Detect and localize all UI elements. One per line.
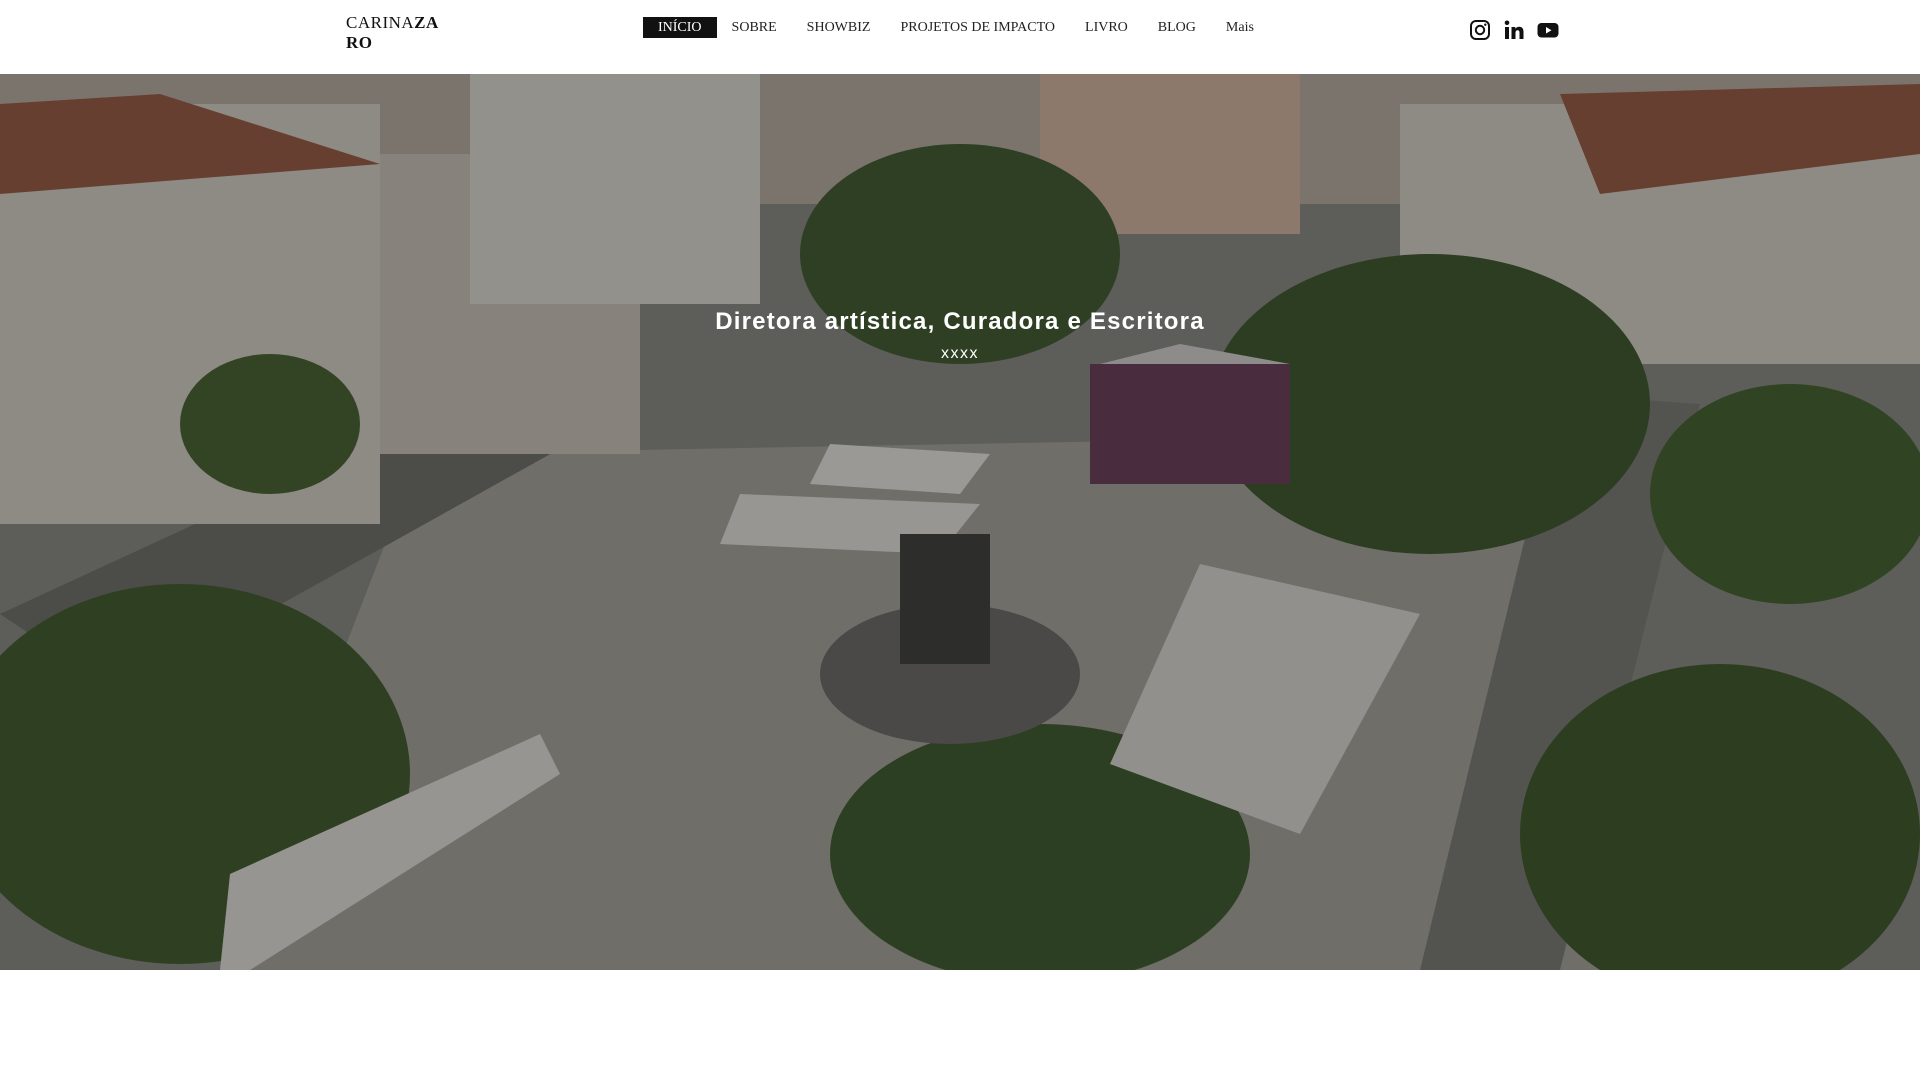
nav-item-livro[interactable]: LIVRO [1070,17,1143,38]
linkedin-icon[interactable] [1502,18,1526,42]
youtube-icon[interactable] [1536,18,1560,42]
nav-item-inicio[interactable]: INÍCIO [643,17,717,38]
logo-line-2: RO [346,33,373,52]
site-header: CARINAZA RO INÍCIO SOBRE SHOWBIZ PROJETO… [0,0,1920,74]
site-logo[interactable]: CARINAZA RO [346,13,456,53]
nav-item-blog[interactable]: BLOG [1143,17,1211,38]
main-nav: INÍCIO SOBRE SHOWBIZ PROJETOS DE IMPACTO… [643,17,1269,38]
logo-line-1: CARINAZA [346,13,439,32]
nav-item-sobre[interactable]: SOBRE [717,17,792,38]
hero-subtitle: xxxx [941,345,979,362]
nav-item-mais[interactable]: Mais [1211,17,1269,38]
below-hero-area [0,970,1920,1080]
nav-item-projetos-de-impacto[interactable]: PROJETOS DE IMPACTO [885,17,1070,38]
instagram-icon[interactable] [1468,18,1492,42]
hero-banner: Diretora artística, Curadora e Escritora… [0,74,1920,970]
social-links [1468,17,1560,43]
hero-dark-overlay [0,74,1920,970]
hero-title: Diretora artística, Curadora e Escritora [715,308,1205,335]
nav-item-showbiz[interactable]: SHOWBIZ [792,17,886,38]
